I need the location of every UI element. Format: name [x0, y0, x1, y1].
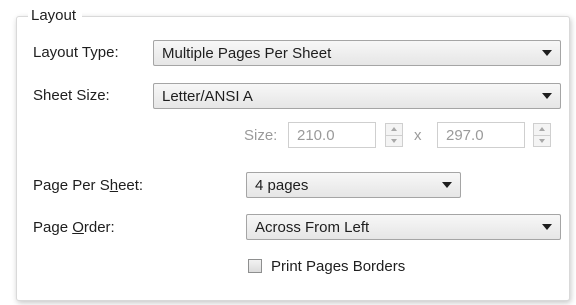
pages-per-sheet-label: Page Per Sheet:: [33, 177, 143, 195]
sheet-size-dropdown[interactable]: Letter/ANSI A: [153, 83, 561, 109]
size-label: Size:: [244, 127, 278, 144]
layout-group-title: Layout: [28, 7, 83, 25]
chevron-down-icon: [542, 224, 552, 230]
layout-type-label: Layout Type:: [33, 44, 119, 61]
spin-down-icon: [391, 139, 397, 143]
layout-type-value: Multiple Pages Per Sheet: [162, 45, 332, 62]
pages-per-sheet-label-key: h: [109, 177, 119, 194]
sheet-size-label: Sheet Size:: [33, 87, 110, 104]
size-width-value: 210.0: [297, 127, 335, 144]
spin-up-icon: [391, 127, 397, 131]
page-order-label: Page Order:: [33, 219, 115, 237]
spin-down-button[interactable]: [386, 136, 402, 147]
spin-up-button[interactable]: [386, 124, 402, 136]
chevron-down-icon: [542, 50, 552, 56]
print-borders-checkbox[interactable]: [248, 259, 262, 273]
chevron-down-icon: [442, 182, 452, 188]
size-width-spinner[interactable]: [385, 123, 403, 147]
size-height-spinner[interactable]: [533, 123, 551, 147]
layout-type-dropdown[interactable]: Multiple Pages Per Sheet: [153, 40, 561, 66]
pages-per-sheet-label-post: eet:: [118, 177, 144, 194]
size-width-input[interactable]: 210.0: [288, 122, 376, 148]
page-order-dropdown[interactable]: Across From Left: [246, 214, 561, 240]
page-order-value: Across From Left: [255, 219, 370, 236]
spin-down-button[interactable]: [534, 136, 550, 147]
page-order-label-key: O: [72, 219, 84, 236]
size-separator: x: [414, 127, 422, 144]
page-order-label-pre: Page: [33, 219, 73, 236]
spin-up-button[interactable]: [534, 124, 550, 136]
spin-down-icon: [539, 139, 545, 143]
pages-per-sheet-dropdown[interactable]: 4 pages: [246, 172, 461, 198]
size-height-value: 297.0: [446, 127, 484, 144]
size-height-input[interactable]: 297.0: [437, 122, 525, 148]
print-borders-label[interactable]: Print Pages Borders: [271, 258, 405, 276]
pages-per-sheet-value: 4 pages: [255, 177, 309, 194]
spin-up-icon: [539, 127, 545, 131]
chevron-down-icon: [542, 93, 552, 99]
page-order-label-post: rder:: [83, 219, 115, 236]
pages-per-sheet-label-pre: Page Per S: [33, 177, 110, 194]
sheet-size-value: Letter/ANSI A: [162, 88, 253, 105]
